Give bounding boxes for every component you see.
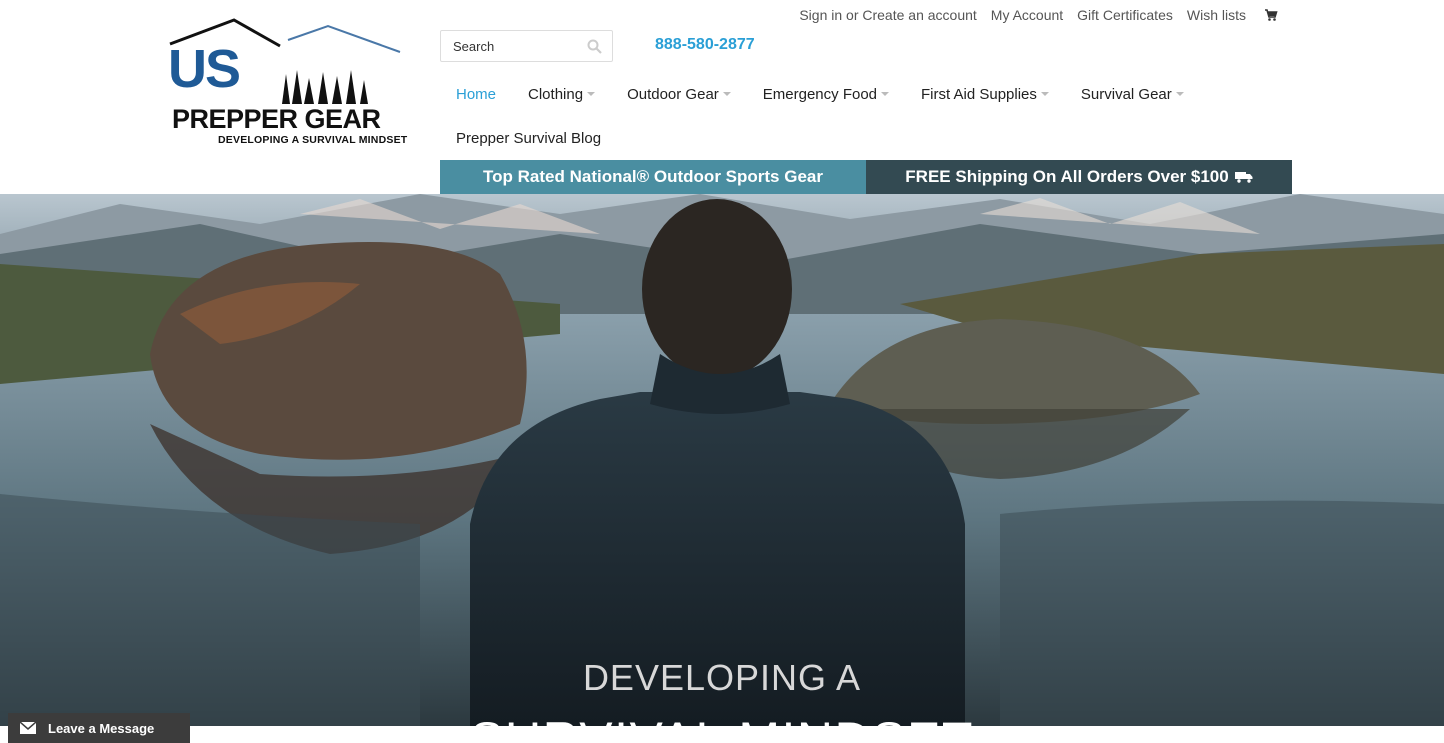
nav-item-prepper-survival-blog[interactable]: Prepper Survival Blog: [440, 130, 617, 147]
promo-text: FREE Shipping On All Orders Over $100: [905, 167, 1229, 186]
nav-item-first-aid-supplies[interactable]: First Aid Supplies: [905, 86, 1065, 103]
nav-item-survival-gear[interactable]: Survival Gear: [1065, 86, 1200, 103]
nav-row-secondary: Prepper Survival Blog: [440, 126, 1300, 150]
chevron-down-icon: [1040, 92, 1049, 96]
nav-item-clothing[interactable]: Clothing: [512, 86, 611, 103]
hero-headline-line1: DEVELOPING A: [582, 657, 862, 698]
hero-banner[interactable]: DEVELOPING A SURVIVAL MINDSET: [0, 194, 1444, 726]
top-utility-links: Sign in or Create an account My Account …: [799, 7, 1278, 23]
promo-text: Top Rated National® Outdoor Sports Gear: [483, 167, 823, 186]
main-nav: Home Clothing Outdoor Gear Emergency Foo…: [440, 82, 1300, 170]
nav-item-label: First Aid Supplies: [921, 85, 1037, 103]
nav-item-home[interactable]: Home: [440, 86, 512, 103]
nav-item-label: Outdoor Gear: [627, 85, 719, 103]
hero-headline-line2: SURVIVAL MINDSET: [0, 711, 1444, 726]
leave-message-label: Leave a Message: [48, 720, 155, 736]
envelope-icon: [8, 713, 48, 743]
search-input[interactable]: [441, 31, 581, 61]
hero-landscape-image: [0, 194, 1444, 726]
site-logo[interactable]: US PREPPER GEAR DEVELOPING A SURVIVAL MI…: [168, 18, 418, 150]
site-header: US PREPPER GEAR DEVELOPING A SURVIVAL MI…: [0, 0, 1444, 194]
logo-tagline: DEVELOPING A SURVIVAL MINDSET: [218, 134, 408, 146]
gift-certificates-link[interactable]: Gift Certificates: [1077, 7, 1173, 23]
nav-item-label: Clothing: [528, 85, 584, 103]
chevron-down-icon: [1175, 92, 1184, 96]
nav-item-label: Home: [456, 85, 497, 103]
chevron-down-icon: [881, 92, 890, 96]
nav-item-label: Survival Gear: [1080, 85, 1172, 103]
nav-item-outdoor-gear[interactable]: Outdoor Gear: [611, 86, 747, 103]
search-icon[interactable]: [587, 39, 602, 54]
nav-row-primary: Home Clothing Outdoor Gear Emergency Foo…: [440, 82, 1300, 106]
search-box: [440, 30, 613, 62]
promo-banner-outdoor-gear[interactable]: Top Rated National® Outdoor Sports Gear: [440, 160, 866, 194]
truck-icon: [1234, 172, 1253, 183]
sign-in-link[interactable]: Sign in or Create an account: [799, 7, 976, 23]
cart-icon[interactable]: [1264, 8, 1278, 22]
nav-item-label: Emergency Food: [762, 85, 878, 103]
chevron-down-icon: [722, 92, 731, 96]
my-account-link[interactable]: My Account: [991, 7, 1063, 23]
logo-us-mark: US: [168, 39, 241, 99]
chevron-down-icon: [587, 92, 596, 96]
leave-message-button[interactable]: Leave a Message: [8, 713, 190, 743]
phone-number[interactable]: 888-580-2877: [655, 36, 755, 54]
promo-banner-free-shipping[interactable]: FREE Shipping On All Orders Over $100: [866, 160, 1292, 194]
nav-item-label: Prepper Survival Blog: [456, 129, 602, 147]
nav-item-emergency-food[interactable]: Emergency Food: [747, 86, 905, 103]
logo-name: PREPPER GEAR: [172, 104, 381, 134]
wish-lists-link[interactable]: Wish lists: [1187, 7, 1246, 23]
